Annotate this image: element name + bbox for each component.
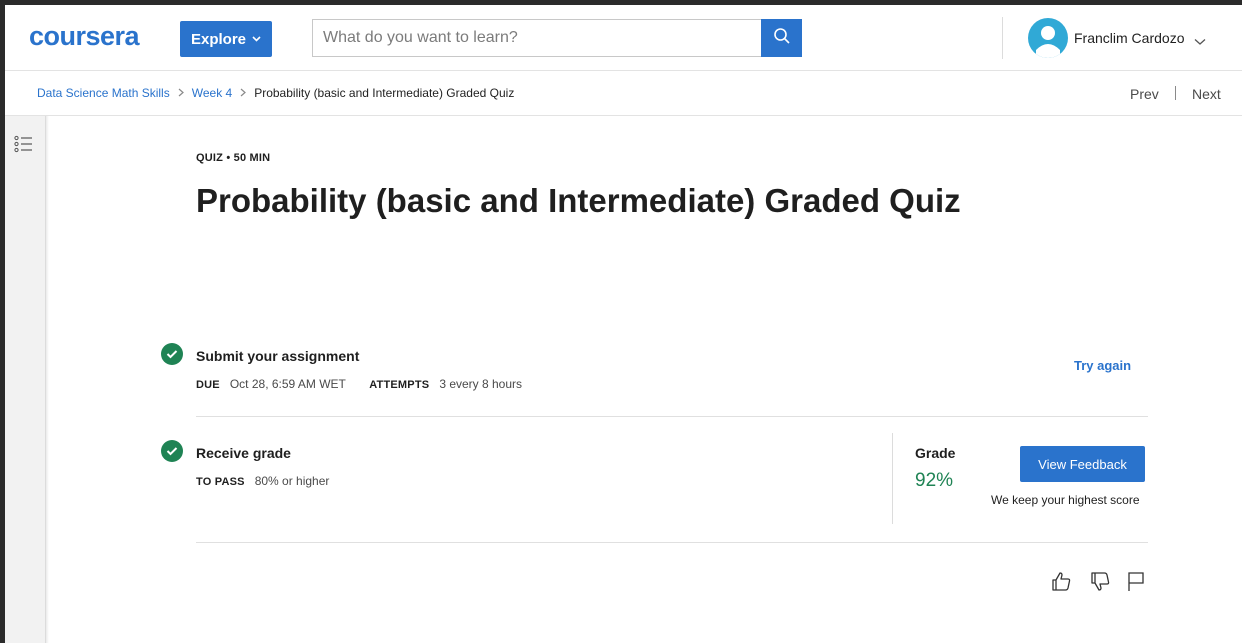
- try-again-button[interactable]: Try again: [1074, 358, 1131, 373]
- flag-icon[interactable]: [1127, 571, 1145, 597]
- search-input[interactable]: [312, 19, 761, 57]
- explore-label: Explore: [190, 30, 247, 48]
- due-label: DUE: [196, 379, 220, 391]
- grade-label: Grade: [915, 445, 956, 461]
- due-value: Oct 28, 6:59 AM WET: [229, 377, 346, 391]
- search-button[interactable]: [761, 19, 802, 57]
- course-sidebar: [5, 116, 46, 643]
- breadcrumb-course[interactable]: Data Science Math Skills: [37, 86, 170, 100]
- sidebar-shadow: [46, 116, 49, 643]
- prev-link[interactable]: Prev: [1130, 86, 1159, 102]
- nav-divider: [1175, 86, 1176, 100]
- chevron-right-icon: [240, 86, 247, 100]
- list-icon[interactable]: [14, 135, 34, 158]
- top-header: coursera Explore Franclim Cardozo: [5, 5, 1242, 71]
- breadcrumb: Data Science Math Skills Week 4 Probabil…: [37, 86, 514, 100]
- attempts-value: 3 every 8 hours: [439, 377, 523, 391]
- pass-value: 80% or higher: [254, 474, 330, 488]
- divider: [196, 416, 1148, 417]
- header-divider: [1002, 17, 1003, 59]
- next-link[interactable]: Next: [1192, 86, 1221, 102]
- highest-score-note: We keep your highest score: [991, 493, 1140, 507]
- breadcrumb-week[interactable]: Week 4: [192, 86, 232, 100]
- breadcrumb-bar: Data Science Math Skills Week 4 Probabil…: [5, 71, 1242, 116]
- explore-button[interactable]: Explore: [180, 21, 272, 57]
- receive-title: Receive grade: [196, 445, 291, 461]
- grade-value: 92%: [915, 470, 954, 491]
- divider: [196, 542, 1148, 543]
- pass-label: TO PASS: [196, 476, 245, 488]
- thumbs-down-icon[interactable]: [1090, 571, 1111, 597]
- attempts-label: ATTEMPTS: [369, 379, 430, 391]
- check-icon: [161, 343, 183, 365]
- receive-meta: TO PASS 80% or higher: [196, 474, 329, 488]
- page-title: Probability (basic and Intermediate) Gra…: [196, 182, 961, 219]
- submit-title: Submit your assignment: [196, 348, 360, 364]
- coursera-logo[interactable]: coursera: [29, 21, 140, 52]
- check-icon: [161, 440, 183, 462]
- chevron-down-icon: [252, 34, 261, 45]
- user-avatar-icon[interactable]: [1028, 18, 1068, 58]
- grade-divider: [892, 433, 893, 524]
- thumbs-up-icon[interactable]: [1051, 571, 1072, 597]
- user-name[interactable]: Franclim Cardozo: [1074, 30, 1184, 46]
- view-feedback-button[interactable]: View Feedback: [1020, 446, 1145, 482]
- quiz-meta: QUIZ • 50 MIN: [196, 152, 271, 164]
- search-icon: [773, 27, 791, 50]
- breadcrumb-current: Probability (basic and Intermediate) Gra…: [254, 86, 515, 100]
- chevron-down-icon[interactable]: [1194, 33, 1206, 51]
- chevron-right-icon: [178, 86, 184, 100]
- submit-meta: DUE Oct 28, 6:59 AM WET ATTEMPTS 3 every…: [196, 377, 522, 391]
